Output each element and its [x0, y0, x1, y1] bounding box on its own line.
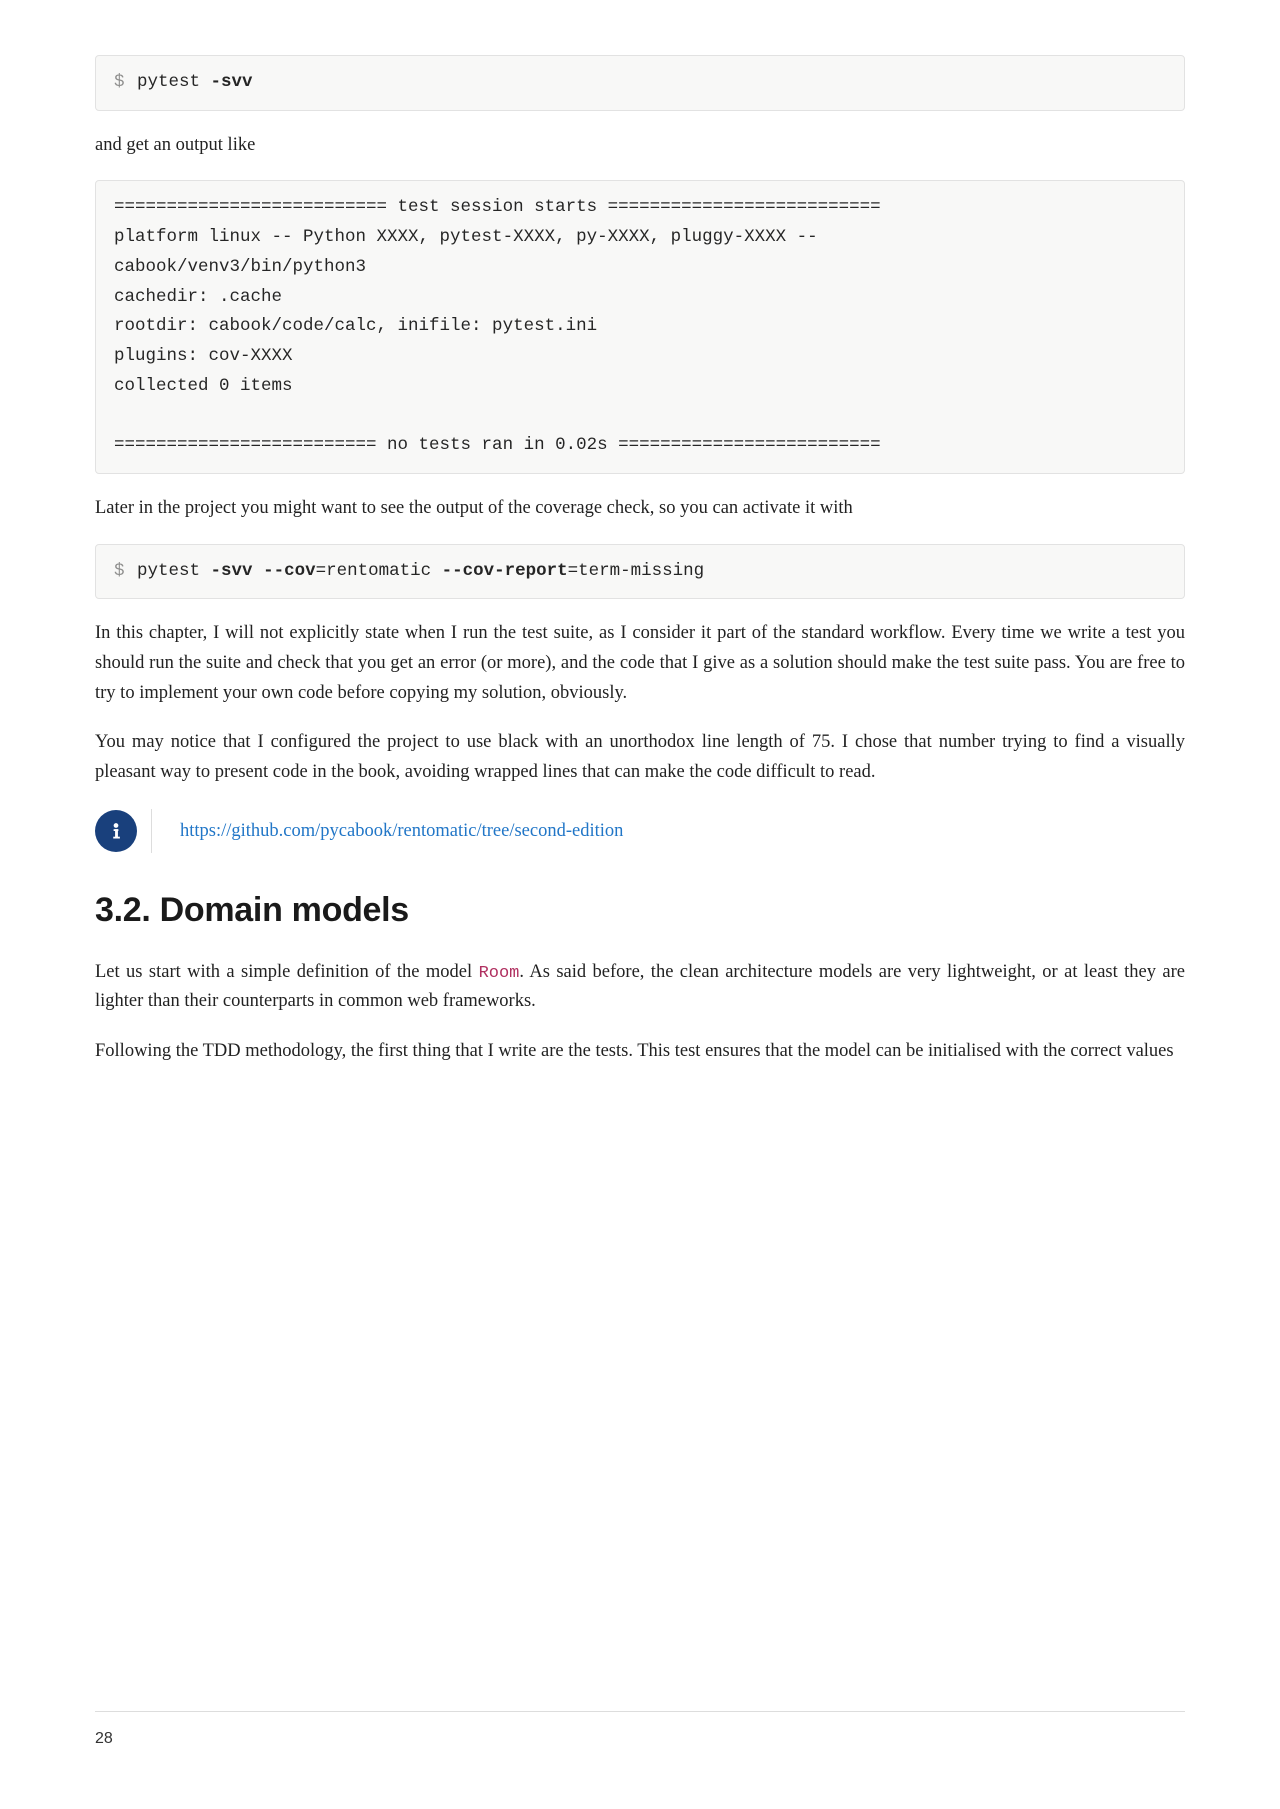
paragraph: Let us start with a simple definition of… [95, 958, 1185, 1017]
info-admonition: https://github.com/pycabook/rentomatic/t… [95, 809, 1185, 853]
paragraph: You may notice that I configured the pro… [95, 728, 1185, 787]
code-flag: --cov [263, 561, 316, 581]
inline-code-room: Room [479, 964, 520, 983]
page-number: 28 [95, 1730, 113, 1747]
code-block-pytest-svv: $ pytest -svv [95, 55, 1185, 111]
code-cmd: pytest [127, 72, 211, 92]
section-heading: 3.2. Domain models [95, 883, 1185, 937]
code-block-test-output: ========================== test session … [95, 180, 1185, 474]
paragraph: and get an output like [95, 131, 1185, 161]
shell-prompt: $ [114, 72, 125, 92]
info-glyph-icon [105, 820, 127, 842]
paragraph: Later in the project you might want to s… [95, 494, 1185, 524]
page-footer: 28 [95, 1711, 1185, 1754]
code-block-pytest-cov: $ pytest -svv --cov=rentomatic --cov-rep… [95, 544, 1185, 600]
paragraph: In this chapter, I will not explicitly s… [95, 619, 1185, 708]
shell-prompt: $ [114, 561, 125, 581]
info-link[interactable]: https://github.com/pycabook/rentomatic/t… [180, 817, 623, 847]
code-flag: --cov-report [442, 561, 568, 581]
info-icon-container [95, 810, 151, 852]
paragraph: Following the TDD methodology, the first… [95, 1037, 1185, 1067]
code-flag: -svv [211, 72, 253, 92]
code-flag: -svv [211, 561, 253, 581]
info-divider [151, 809, 152, 853]
info-icon [95, 810, 137, 852]
code-cmd: pytest [127, 561, 211, 581]
